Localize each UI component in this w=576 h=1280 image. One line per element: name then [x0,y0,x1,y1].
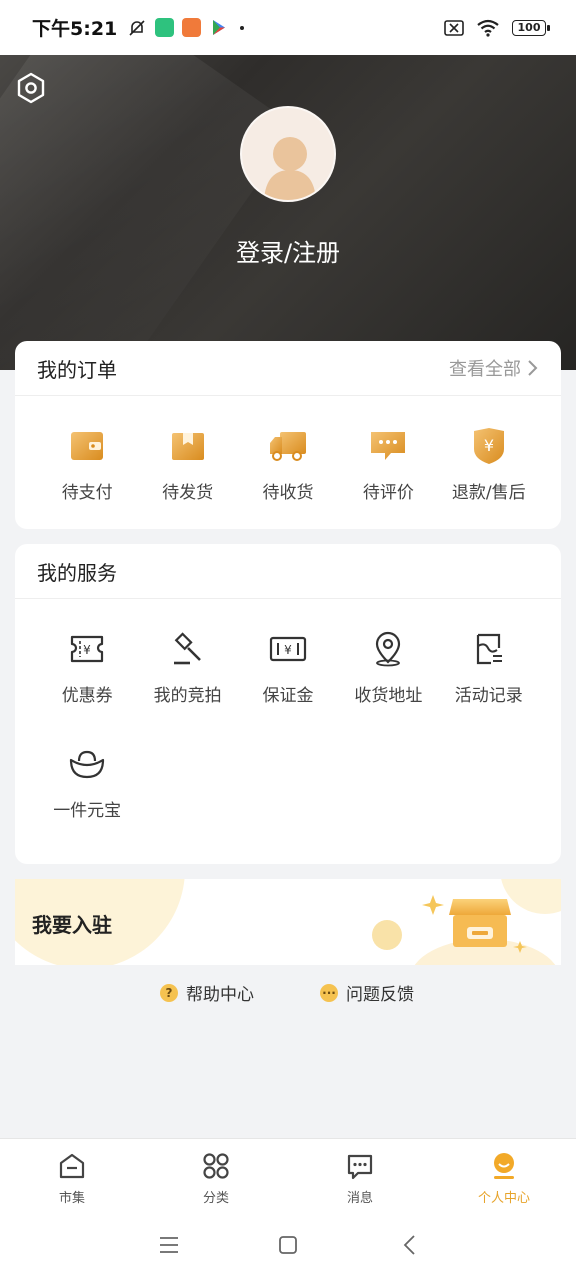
order-item-label: 退款/售后 [451,483,526,503]
svg-text:¥: ¥ [484,436,494,455]
my-services-card: 我的服务 ¥ 优惠券 我的竞拍 ¥ 保证金 收货地址 活动记录 一件元宝 [15,544,561,864]
dot-icon [240,25,245,30]
chat-bubble-icon: ··· [320,983,338,1002]
my-orders-card: 我的订单 查看全部 待支付 待发货 待收货 待评价 ¥ 退款/售后 [15,341,561,529]
help-center-link[interactable]: ? 帮助中心 [160,980,254,1005]
battery-level: 100 [517,21,541,34]
home-icon[interactable] [278,1235,298,1255]
default-avatar-icon [264,137,316,200]
service-item-label: 我的竞拍 [153,686,222,706]
order-item-label: 待评价 [362,483,414,503]
ingot-icon [67,744,107,784]
comment-icon [368,426,408,466]
svg-text:¥: ¥ [83,643,91,657]
tab-label: 个人中心 [477,1191,530,1206]
status-bar: 下午5:21 100 [0,0,576,55]
service-activity-record[interactable]: 活动记录 [439,629,539,706]
status-time: 下午5:21 [32,18,118,40]
view-all-orders-button[interactable]: 查看全部 [449,355,539,381]
tab-category[interactable]: 分类 [144,1139,288,1210]
service-ingot[interactable]: 一件元宝 [37,744,137,821]
bottom-tab-bar: 市集 分类 消息 个人中心 [0,1138,576,1210]
gavel-icon [168,629,208,669]
tab-market[interactable]: 市集 [0,1139,144,1210]
view-all-label: 查看全部 [449,359,521,380]
tab-label: 消息 [346,1191,373,1206]
truck-icon [268,426,308,466]
help-center-label: 帮助中心 [186,985,254,1005]
box-icon [168,426,208,466]
category-icon [203,1153,229,1179]
market-icon [59,1153,85,1179]
back-icon[interactable] [402,1234,416,1256]
svg-text:¥: ¥ [284,643,292,657]
message-icon [347,1154,373,1180]
mute-bell-icon [129,19,145,36]
help-links: ? 帮助中心 ··· 问题反馈 [0,980,576,1006]
services-grid: ¥ 优惠券 我的竞拍 ¥ 保证金 收货地址 活动记录 一件元宝 [15,599,561,821]
order-pending-receipt[interactable]: 待收货 [238,426,338,503]
order-item-label: 待发货 [162,483,214,503]
settings-button[interactable] [14,71,48,105]
chevron-right-icon [528,360,538,376]
order-refund-aftersale[interactable]: ¥ 退款/售后 [439,426,539,503]
services-title: 我的服务 [37,560,117,585]
service-item-label: 一件元宝 [53,801,122,821]
order-pending-review[interactable]: 待评价 [338,426,438,503]
service-item-label: 收货地址 [354,686,423,706]
service-my-auction[interactable]: 我的竞拍 [137,629,237,706]
profile-header: 登录/注册 [0,55,576,370]
service-item-label: 优惠券 [61,686,113,706]
menu-icon[interactable] [159,1236,179,1254]
tab-profile[interactable]: 个人中心 [432,1139,576,1210]
coupon-icon: ¥ [67,629,107,669]
service-shipping-address[interactable]: 收货地址 [338,629,438,706]
profile-icon [494,1153,514,1179]
settings-hexagon-icon [17,72,45,104]
system-navigation-bar [0,1210,576,1280]
orders-grid: 待支付 待发货 待收货 待评价 ¥ 退款/售后 [15,396,561,503]
question-icon: ? [160,983,178,1002]
feedback-link[interactable]: ··· 问题反馈 [320,980,414,1005]
tab-label: 市集 [58,1191,85,1206]
activity-record-icon [469,629,509,669]
login-register-link[interactable]: 登录/注册 [0,233,576,268]
service-item-label: 活动记录 [454,686,523,706]
service-item-label: 保证金 [262,686,314,706]
app-notification-icon [155,18,175,37]
order-pending-shipment[interactable]: 待发货 [137,426,237,503]
tab-messages[interactable]: 消息 [288,1139,432,1210]
yuan-shield-icon: ¥ [469,426,509,466]
service-coupon[interactable]: ¥ 优惠券 [37,629,137,706]
feedback-label: 问题反馈 [346,985,414,1005]
sim-off-icon [444,19,464,36]
play-store-icon [213,20,226,35]
services-header: 我的服务 [15,544,561,599]
battery-icon: 100 [512,19,550,36]
tab-label: 分类 [202,1191,229,1206]
orders-header: 我的订单 查看全部 [15,341,561,396]
merchant-join-label: 我要入驻 [32,913,112,937]
order-item-label: 待支付 [61,483,113,503]
orders-title: 我的订单 [37,357,117,382]
order-pending-payment[interactable]: 待支付 [37,426,137,503]
service-deposit[interactable]: ¥ 保证金 [238,629,338,706]
merchant-join-banner[interactable]: 我要入驻 [15,879,561,965]
shop-icon [449,899,511,947]
shopping-app-icon [182,18,202,37]
deposit-icon: ¥ [268,629,308,669]
avatar[interactable] [240,106,336,202]
wallet-icon [67,426,107,466]
location-pin-icon [368,629,408,669]
wifi-icon [477,19,499,37]
order-item-label: 待收货 [262,483,314,503]
